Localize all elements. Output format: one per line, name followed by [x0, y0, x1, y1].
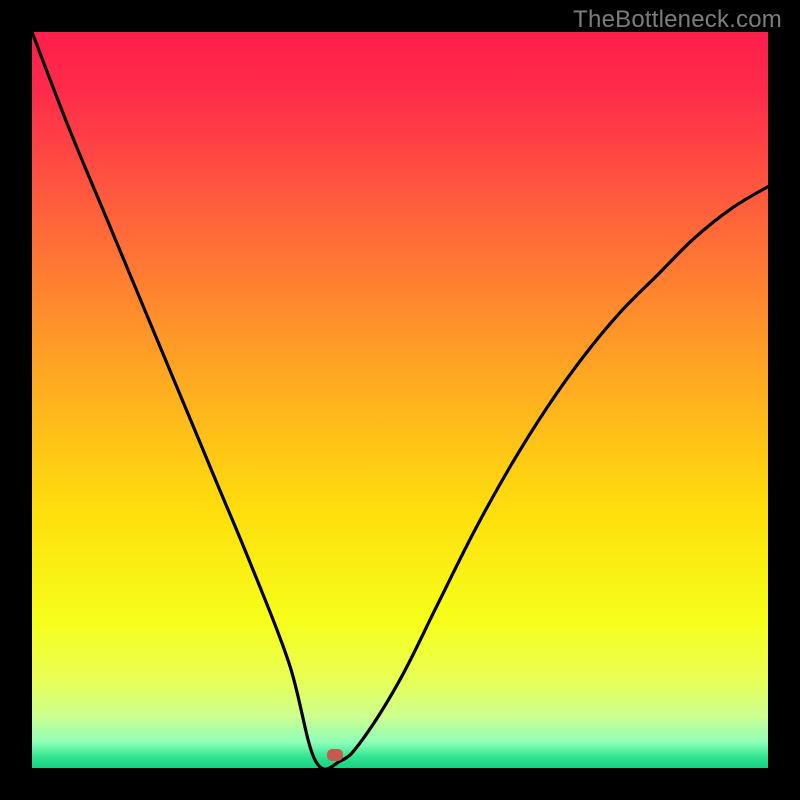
bottleneck-curve: [32, 32, 768, 768]
plot-area: [32, 32, 768, 768]
chart-frame: TheBottleneck.com: [0, 0, 800, 800]
watermark-text: TheBottleneck.com: [573, 6, 782, 34]
optimal-marker: [327, 749, 343, 761]
